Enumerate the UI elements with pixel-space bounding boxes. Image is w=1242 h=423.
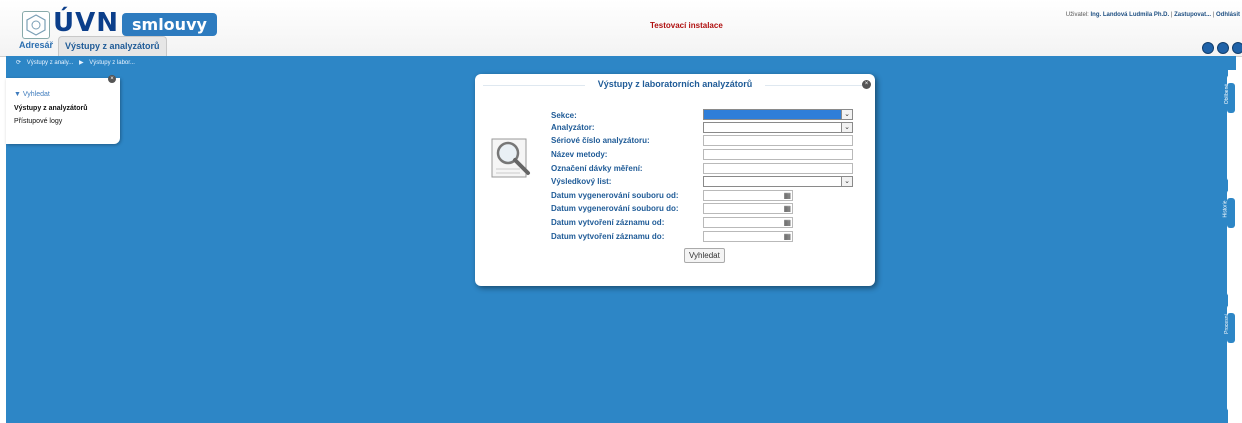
- right-tab-procesni[interactable]: Procesní: [1223, 305, 1236, 411]
- input-datum-vytv-od[interactable]: ▦: [703, 217, 793, 228]
- right-tab-historie[interactable]: Historie: [1222, 190, 1236, 296]
- select-sekce[interactable]: ⌄: [703, 109, 853, 120]
- label-datum-vytv-od: Datum vytvoření záznamu od:: [551, 218, 665, 227]
- label-seriove-cislo: Sériové číslo analyzátoru:: [551, 136, 650, 145]
- dialog-close-icon[interactable]: ×: [862, 80, 871, 89]
- sidebar-item-pristupove-logy[interactable]: Přístupové logy: [14, 118, 62, 125]
- sidebar-panel: × ▼ Vyhledat Výstupy z analyzátorů Příst…: [6, 75, 120, 144]
- search-dialog: Výstupy z laboratorních analyzátorů × Se…: [475, 74, 875, 286]
- top-bar: ÚVN smlouvy Adresář Výstupy z analyzátor…: [0, 0, 1242, 57]
- header-button-icon-2[interactable]: [1217, 42, 1229, 54]
- dialog-title: Výstupy z laboratorních analyzátorů: [597, 79, 753, 89]
- label-vysledkovy-list: Výsledkový list:: [551, 177, 612, 186]
- select-vysledkovy-list[interactable]: ⌄: [703, 176, 853, 187]
- breadcrumb-arrow-icon: ▶: [78, 60, 84, 66]
- user-info: Uživatel: Ing. Landová Ludmila Ph.D. | Z…: [1065, 12, 1240, 18]
- substitute-link[interactable]: Zastupovat...: [1174, 12, 1211, 18]
- input-nazev-metody[interactable]: [703, 149, 853, 160]
- input-datum-gen-od[interactable]: ▦: [703, 190, 793, 201]
- label-analyzator: Analyzátor:: [551, 123, 595, 132]
- label-oznaceni-davky: Označení dávky měření:: [551, 164, 643, 173]
- refresh-icon[interactable]: ⟳: [16, 60, 21, 66]
- search-button[interactable]: Vyhledat: [684, 248, 725, 263]
- label-datum-gen-do: Datum vygenerování souboru do:: [551, 204, 679, 213]
- input-datum-gen-do[interactable]: ▦: [703, 203, 793, 214]
- right-tab-label: Oblíbené: [1224, 83, 1231, 105]
- right-tab-label: Historie: [1222, 200, 1229, 218]
- magnifier-icon: [490, 136, 534, 180]
- right-tab-label: Procesní: [1223, 314, 1230, 334]
- logo-text: ÚVN: [53, 8, 119, 38]
- header-button-icon-1[interactable]: [1202, 42, 1214, 54]
- logo-badge: smlouvy: [122, 13, 217, 36]
- breadcrumb: ⟳ Výstupy z analy... ▶ Výstupy z labor..…: [6, 56, 1236, 70]
- chevron-down-icon[interactable]: ⌄: [841, 110, 852, 119]
- calendar-icon[interactable]: ▦: [783, 191, 791, 200]
- user-prefix: Uživatel:: [1065, 12, 1089, 18]
- input-datum-vytv-do[interactable]: ▦: [703, 231, 793, 242]
- sidebar-header[interactable]: ▼ Vyhledat: [14, 91, 50, 98]
- breadcrumb-item-2[interactable]: Výstupy z labor...: [89, 60, 135, 66]
- label-datum-vytv-do: Datum vytvoření záznamu do:: [551, 232, 665, 241]
- tab-adresar[interactable]: Adresář: [19, 40, 53, 50]
- calendar-icon[interactable]: ▦: [783, 232, 791, 241]
- right-tab-oblibene[interactable]: Oblíbené: [1224, 75, 1236, 181]
- chevron-down-icon[interactable]: ⌄: [841, 177, 852, 186]
- logout-link[interactable]: Odhlásit: [1216, 12, 1240, 18]
- calendar-icon[interactable]: ▦: [783, 218, 791, 227]
- label-nazev-metody: Název metody:: [551, 150, 608, 159]
- sidebar-close-icon[interactable]: ×: [108, 75, 116, 83]
- header-button-icon-3[interactable]: [1232, 42, 1242, 54]
- label-sekce: Sekce:: [551, 111, 577, 120]
- hospital-emblem-icon: [22, 11, 50, 39]
- environment-title: Testovací instalace: [650, 21, 723, 30]
- label-datum-gen-od: Datum vygenerování souboru od:: [551, 191, 679, 200]
- calendar-icon[interactable]: ▦: [783, 204, 791, 213]
- tab-vystupy[interactable]: Výstupy z analyzátorů: [58, 36, 167, 57]
- select-analyzator[interactable]: ⌄: [703, 122, 853, 133]
- input-oznaceni-davky[interactable]: [703, 163, 853, 174]
- input-seriove-cislo[interactable]: [703, 135, 853, 146]
- sidebar-item-vystupy[interactable]: Výstupy z analyzátorů: [14, 105, 88, 112]
- user-name: Ing. Landová Ludmila Ph.D.: [1090, 12, 1170, 18]
- breadcrumb-item-1[interactable]: Výstupy z analy...: [27, 60, 74, 66]
- sidebar-header-label: Vyhledat: [22, 91, 50, 98]
- chevron-down-icon[interactable]: ⌄: [841, 123, 852, 132]
